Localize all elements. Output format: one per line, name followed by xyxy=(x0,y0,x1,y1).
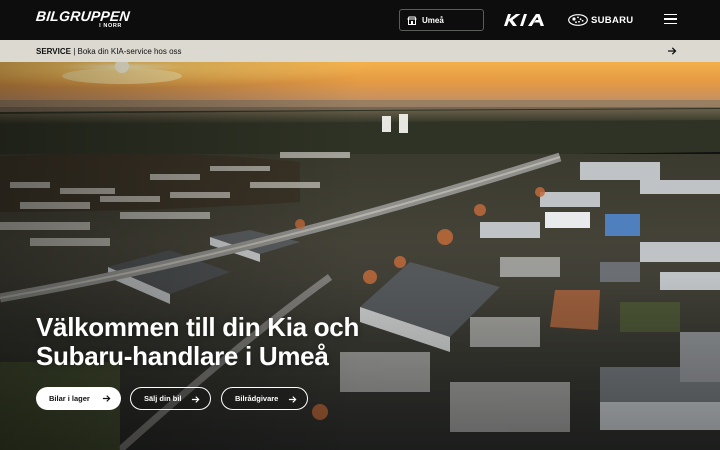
arrow-right-icon xyxy=(191,396,200,403)
kia-logo[interactable] xyxy=(503,13,550,27)
logo-wordmark: BILGRUPPEN xyxy=(35,8,131,24)
location-label: Umeå xyxy=(422,15,444,25)
car-advisor-label: Bilrådgivare xyxy=(235,394,279,403)
service-label: SERVICE xyxy=(36,46,71,56)
subaru-wordmark: SUBARU xyxy=(591,14,634,26)
service-banner-text: SERVICE | Boka din KIA-service hos oss xyxy=(36,47,182,56)
service-banner[interactable]: SERVICE | Boka din KIA-service hos oss xyxy=(0,40,720,62)
store-icon xyxy=(407,16,417,25)
cars-in-stock-button[interactable]: Bilar i lager xyxy=(36,387,121,410)
logo-subline: I NORR xyxy=(99,23,122,29)
bilgruppen-logo[interactable]: BILGRUPPEN I NORR xyxy=(35,8,131,32)
sell-your-car-label: Sälj din bil xyxy=(144,394,182,403)
subaru-logo[interactable]: SUBARU xyxy=(568,13,633,27)
car-advisor-button[interactable]: Bilrådgivare xyxy=(221,387,308,410)
cars-in-stock-label: Bilar i lager xyxy=(49,394,90,403)
service-description: | Boka din KIA-service hos oss xyxy=(70,46,182,56)
subaru-stars-icon xyxy=(568,14,588,26)
location-selector-button[interactable]: Umeå xyxy=(399,9,484,31)
arrow-right-icon xyxy=(102,395,111,402)
arrow-right-icon[interactable] xyxy=(667,46,677,56)
hamburger-menu-icon[interactable] xyxy=(664,14,677,26)
hero-heading: Välkommen till din Kia och Subaru-handla… xyxy=(36,312,360,371)
sell-your-car-button[interactable]: Sälj din bil xyxy=(130,387,211,410)
top-navigation: BILGRUPPEN I NORR Umeå SUBARU xyxy=(0,0,720,40)
arrow-right-icon xyxy=(288,396,297,403)
